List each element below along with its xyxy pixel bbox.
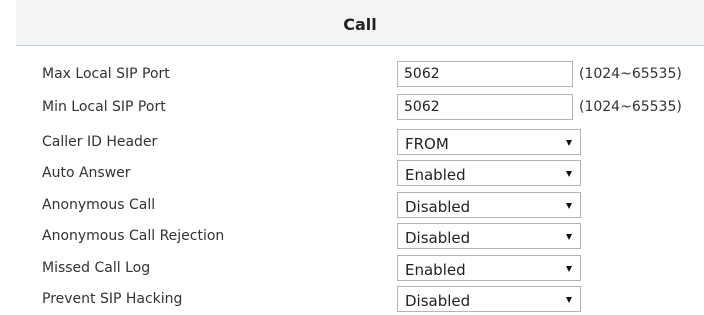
min-local-sip-port-label: Min Local SIP Port: [42, 99, 166, 115]
caller-id-header-select[interactable]: FROM: [397, 129, 581, 155]
anonymous-call-rejection-value: Disabled: [405, 229, 471, 247]
auto-answer-row: Auto Answer Enabled: [0, 160, 704, 186]
caller-id-header-row: Caller ID Header FROM: [0, 129, 704, 155]
auto-answer-label: Auto Answer: [42, 165, 131, 181]
anonymous-call-rejection-label: Anonymous Call Rejection: [42, 228, 225, 244]
anonymous-call-rejection-select[interactable]: Disabled: [397, 223, 581, 249]
section-header: Call: [16, 0, 704, 46]
max-local-sip-port-row: Max Local SIP Port (1024~65535): [0, 61, 704, 87]
auto-answer-value: Enabled: [405, 166, 466, 184]
prevent-sip-hacking-row: Prevent SIP Hacking Disabled: [0, 286, 704, 312]
missed-call-log-select[interactable]: Enabled: [397, 255, 581, 281]
prevent-sip-hacking-value: Disabled: [405, 292, 471, 310]
anonymous-call-value: Disabled: [405, 198, 471, 216]
min-local-sip-port-row: Min Local SIP Port (1024~65535): [0, 94, 704, 120]
prevent-sip-hacking-select[interactable]: Disabled: [397, 286, 581, 312]
anonymous-call-label: Anonymous Call: [42, 197, 156, 213]
chevron-down-icon: [566, 234, 572, 240]
max-local-sip-port-input[interactable]: [397, 61, 573, 87]
caller-id-header-label: Caller ID Header: [42, 134, 158, 150]
max-local-sip-port-range-hint: (1024~65535): [579, 66, 682, 82]
anonymous-call-row: Anonymous Call Disabled: [0, 192, 704, 218]
anonymous-call-select[interactable]: Disabled: [397, 192, 581, 218]
missed-call-log-label: Missed Call Log: [42, 260, 151, 276]
auto-answer-select[interactable]: Enabled: [397, 160, 581, 186]
anonymous-call-rejection-row: Anonymous Call Rejection Disabled: [0, 223, 704, 249]
prevent-sip-hacking-label: Prevent SIP Hacking: [42, 291, 183, 307]
chevron-down-icon: [566, 203, 572, 209]
call-settings-panel: Call Max Local SIP Port (1024~65535) Min…: [0, 0, 704, 315]
missed-call-log-row: Missed Call Log Enabled: [0, 255, 704, 281]
chevron-down-icon: [566, 266, 572, 272]
chevron-down-icon: [566, 297, 572, 303]
missed-call-log-value: Enabled: [405, 261, 466, 279]
min-local-sip-port-input[interactable]: [397, 94, 573, 120]
min-local-sip-port-range-hint: (1024~65535): [579, 99, 682, 115]
caller-id-header-value: FROM: [405, 135, 449, 153]
max-local-sip-port-label: Max Local SIP Port: [42, 66, 170, 82]
chevron-down-icon: [566, 140, 572, 146]
chevron-down-icon: [566, 171, 572, 177]
section-title: Call: [343, 15, 377, 34]
